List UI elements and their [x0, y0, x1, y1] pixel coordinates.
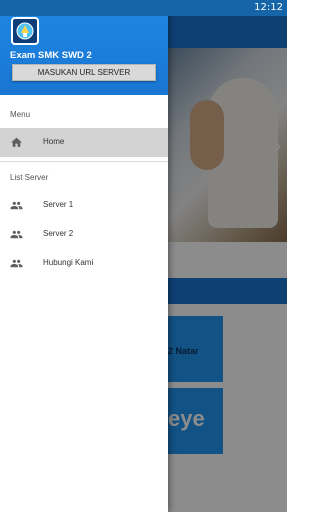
navigation-drawer: Exam SMK SWD 2 MASUKAN URL SERVER Menu H… — [0, 0, 168, 512]
nav-item-server-2[interactable]: Server 2 — [0, 220, 168, 249]
home-icon — [11, 137, 22, 147]
people-icon — [10, 230, 23, 239]
server-section-label: List Server — [10, 173, 49, 182]
status-bar: 12:12 — [0, 0, 287, 16]
nav-item-contact-us[interactable]: Hubungi Kami — [0, 249, 168, 278]
nav-item-label: Server 1 — [43, 200, 74, 209]
school-logo — [11, 17, 39, 45]
nav-item-home[interactable]: Home — [0, 128, 168, 157]
nav-item-label: Home — [43, 137, 65, 146]
nav-item-label: Server 2 — [43, 229, 74, 238]
app-title: Exam SMK SWD 2 — [10, 50, 92, 61]
divider — [0, 161, 168, 162]
nav-item-server-1[interactable]: Server 1 — [0, 191, 168, 220]
enter-server-url-button[interactable]: MASUKAN URL SERVER — [12, 64, 156, 81]
menu-section-label: Menu — [10, 110, 31, 119]
people-icon — [10, 201, 23, 210]
people-icon — [10, 259, 23, 268]
nav-item-label: Hubungi Kami — [43, 258, 94, 267]
status-time: 12:12 — [254, 2, 283, 13]
